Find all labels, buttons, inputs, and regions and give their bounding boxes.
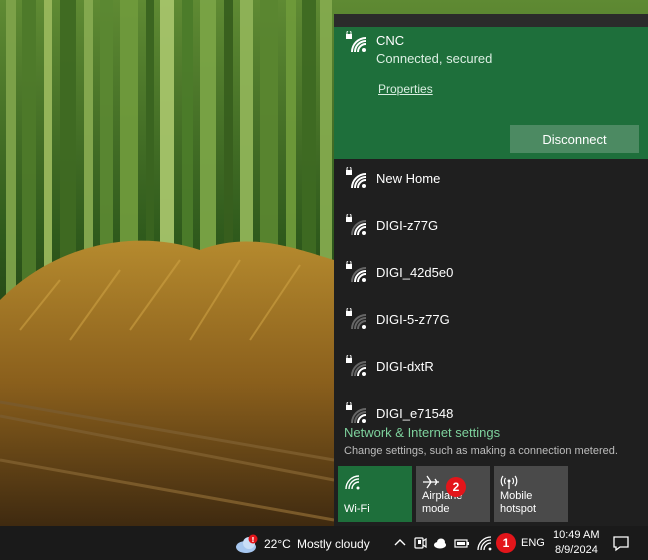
wifi-toggle-tile[interactable]: Wi-Fi: [338, 466, 412, 522]
weather-cloud-icon[interactable]: !: [234, 534, 260, 554]
network-name: DIGI_e71548: [376, 406, 454, 421]
svg-text:!: !: [251, 536, 254, 544]
secured-wifi-icon: [346, 355, 367, 377]
weather-temperature[interactable]: 22°C: [264, 537, 291, 551]
network-item[interactable]: DIGI-dxtR: [334, 347, 648, 394]
network-name: New Home: [376, 171, 441, 186]
notifications-icon[interactable]: [612, 535, 630, 552]
network-settings-description: Change settings, such as making a connec…: [344, 445, 618, 457]
network-name: DIGI-dxtR: [376, 359, 434, 374]
network-flyout: CNC Connected, secured Properties Discon…: [334, 14, 648, 526]
disconnect-button[interactable]: Disconnect: [510, 125, 639, 153]
secured-wifi-icon: [346, 402, 367, 424]
network-name: DIGI-z77G: [376, 218, 439, 233]
flyout-top-strip: [334, 14, 648, 27]
network-item[interactable]: DIGI-5-z77G: [334, 300, 648, 347]
secured-wifi-icon: [346, 167, 367, 189]
secured-wifi-icon: [346, 214, 367, 236]
mobile-hotspot-tile[interactable]: Mobile hotspot: [494, 466, 568, 522]
meet-now-icon[interactable]: [412, 535, 428, 551]
secured-wifi-icon: [346, 31, 367, 53]
battery-icon[interactable]: [454, 535, 470, 551]
wifi-tile-label: Wi-Fi: [344, 503, 370, 515]
network-item[interactable]: DIGI-z77G: [334, 206, 648, 253]
language-indicator[interactable]: ENG: [521, 537, 545, 549]
clock-time[interactable]: 10:49 AM: [553, 529, 599, 541]
taskbar: ! 22°C Mostly cloudy 1 ENG 10:49 AM 8/9/…: [0, 526, 648, 560]
network-name: DIGI_42d5e0: [376, 265, 454, 280]
network-name: DIGI-5-z77G: [376, 312, 450, 327]
network-item[interactable]: DIGI_42d5e0: [334, 253, 648, 300]
airplane-mode-tile[interactable]: Airplane mode 2: [416, 466, 490, 522]
secured-wifi-icon: [346, 308, 367, 330]
network-item[interactable]: New Home: [334, 159, 648, 206]
wifi-icon[interactable]: [477, 535, 493, 551]
callout-badge-2: 2: [446, 477, 466, 497]
active-network-status: Connected, secured: [376, 51, 493, 66]
network-internet-settings-link[interactable]: Network & Internet settings: [344, 425, 500, 440]
properties-link[interactable]: Properties: [378, 82, 433, 96]
wifi-icon: [345, 475, 360, 490]
chevron-up-icon[interactable]: [392, 535, 408, 551]
secured-wifi-icon: [346, 261, 367, 283]
active-network-name: CNC: [376, 33, 405, 48]
mobile-hotspot-icon: [500, 475, 518, 489]
callout-badge-1: 1: [496, 533, 516, 553]
active-network-panel[interactable]: CNC Connected, secured Properties Discon…: [334, 27, 648, 159]
clock-date[interactable]: 8/9/2024: [555, 544, 598, 556]
mobile-hotspot-tile-label: Mobile hotspot: [500, 490, 537, 515]
weather-condition[interactable]: Mostly cloudy: [297, 537, 370, 551]
onedrive-icon[interactable]: [432, 535, 448, 551]
airplane-icon: [423, 475, 439, 489]
